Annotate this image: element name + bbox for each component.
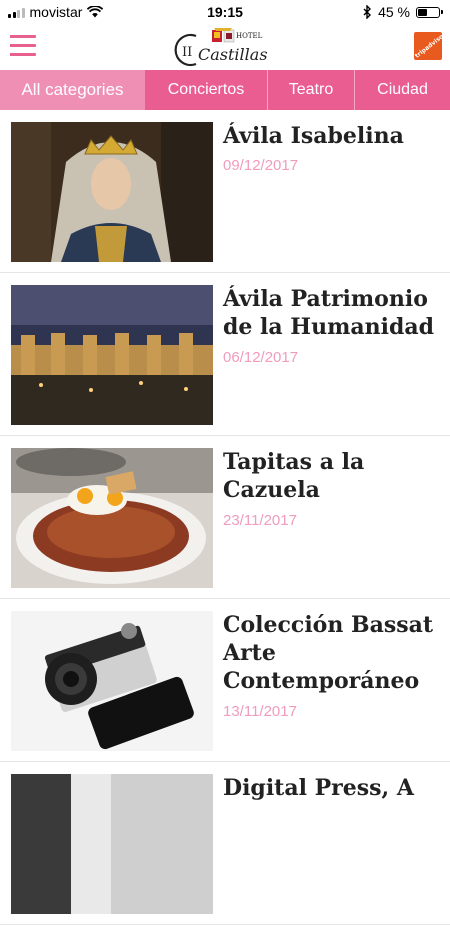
article-title: Tapitas a la Cazuela — [223, 449, 365, 503]
article-thumbnail — [11, 611, 213, 751]
app-header: II HOTEL Castillas tripadvisor — [0, 24, 450, 70]
tripadvisor-label: tripadvisor — [414, 32, 442, 60]
article-title: Digital Press, A — [223, 775, 414, 801]
status-bar: movistar 19:15 45 % — [0, 0, 450, 24]
list-item[interactable]: Ávila Isabelina 09/12/2017 — [0, 110, 450, 273]
svg-text:II: II — [182, 45, 192, 60]
article-title: Ávila Isabelina — [223, 123, 404, 149]
article-title: Colección Bassat Arte Contemporáneo — [223, 612, 434, 694]
tab-teatro[interactable]: Teatro — [268, 70, 355, 110]
article-date: 13/11/2017 — [223, 703, 297, 720]
article-date: 23/11/2017 — [223, 512, 297, 529]
article-date: 06/12/2017 — [223, 349, 299, 366]
article-thumbnail — [11, 285, 213, 425]
tab-ciudad[interactable]: Ciudad — [355, 70, 450, 110]
svg-text:HOTEL: HOTEL — [236, 32, 263, 40]
list-item[interactable]: Colección Bassat Arte Contemporáneo 13/1… — [0, 599, 450, 762]
list-item[interactable]: Digital Press, A — [0, 762, 450, 925]
status-right: 45 % — [363, 4, 443, 20]
article-title: Ávila Patrimonio de la Humanidad — [223, 286, 434, 340]
tab-conciertos[interactable]: Conciertos — [145, 70, 268, 110]
battery-percent: 45 % — [378, 4, 410, 20]
article-thumbnail — [11, 122, 213, 262]
list-item[interactable]: Ávila Patrimonio de la Humanidad 06/12/2… — [0, 273, 450, 436]
article-thumbnail — [11, 774, 213, 914]
tab-all-categories[interactable]: All categories — [0, 70, 145, 110]
battery-icon — [416, 6, 443, 18]
category-tabs: All categories Conciertos Teatro Ciudad — [0, 70, 450, 110]
article-date: 09/12/2017 — [223, 157, 299, 174]
svg-text:Castillas: Castillas — [198, 45, 268, 64]
list-item[interactable]: Tapitas a la Cazuela 23/11/2017 — [0, 436, 450, 599]
article-list: Ávila Isabelina 09/12/2017 Ávila Patrimo… — [0, 110, 450, 925]
tripadvisor-button[interactable]: tripadvisor — [414, 32, 442, 60]
hotel-logo[interactable]: II HOTEL Castillas — [174, 26, 270, 68]
menu-button[interactable] — [10, 35, 36, 57]
bluetooth-icon — [363, 5, 372, 19]
article-thumbnail — [11, 448, 213, 588]
